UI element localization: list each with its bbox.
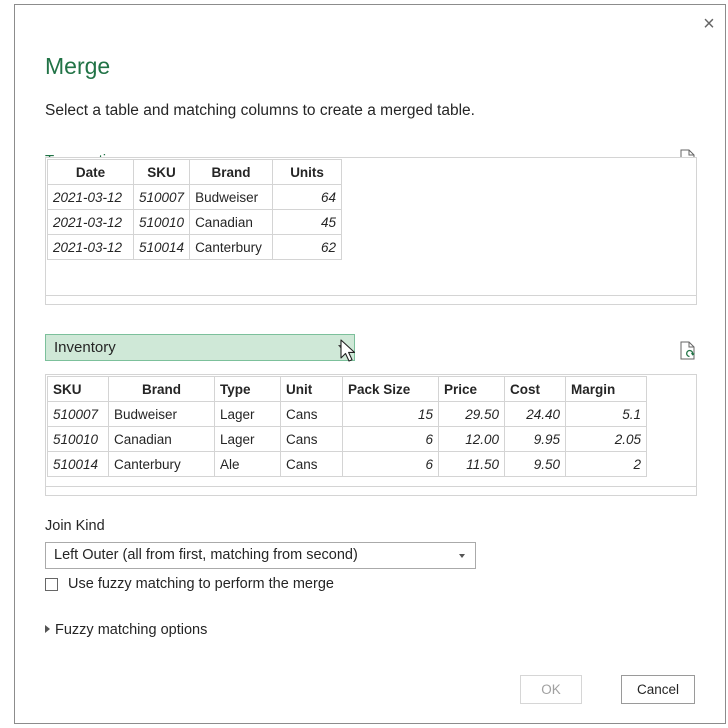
table-row: 510014 Canterbury Ale Cans 6 11.50 9.50 …	[47, 451, 647, 477]
table-row: 510007 Budweiser Lager Cans 15 29.50 24.…	[47, 401, 647, 427]
table-cell: Canterbury	[108, 451, 215, 477]
table-cell: 510007	[132, 184, 191, 210]
refresh-document-icon[interactable]	[677, 340, 699, 362]
table-cell: Canterbury	[189, 234, 274, 260]
column-header[interactable]: Pack Size	[342, 376, 439, 402]
mouse-pointer-icon	[340, 339, 356, 362]
table-cell: Ale	[214, 451, 281, 477]
column-header[interactable]: SKU	[132, 159, 191, 185]
second-table-selected: Inventory	[54, 339, 116, 356]
column-header[interactable]: Type	[214, 376, 281, 402]
column-header[interactable]: Date	[47, 159, 134, 185]
table-cell: 5.1	[565, 401, 647, 427]
column-header[interactable]: Unit	[280, 376, 343, 402]
close-icon[interactable]: ×	[699, 14, 719, 35]
second-table-grid: SKU Brand Type Unit Pack Size Price Cost…	[47, 376, 647, 477]
column-header[interactable]: Brand	[108, 376, 215, 402]
table-cell: 2021-03-12	[47, 234, 134, 260]
table-cell: 510014	[47, 451, 109, 477]
header-row: SKU Brand Type Unit Pack Size Price Cost…	[47, 376, 647, 402]
fuzzy-matching-checkbox[interactable]	[45, 578, 58, 591]
table-row: 2021-03-12 510007 Budweiser 64	[47, 184, 343, 210]
table-cell: 6	[342, 426, 439, 452]
table-row: 2021-03-12 510010 Canadian 45	[47, 209, 343, 235]
fuzzy-options-label: Fuzzy matching options	[55, 622, 208, 638]
fuzzy-matching-label[interactable]: Use fuzzy matching to perform the merge	[68, 576, 334, 592]
table-cell: 24.40	[504, 401, 566, 427]
dialog-title: Merge	[45, 53, 111, 79]
table-cell: 9.50	[504, 451, 566, 477]
column-header[interactable]: SKU	[47, 376, 109, 402]
table-cell: 510007	[47, 401, 109, 427]
cancel-button[interactable]: Cancel	[621, 675, 695, 704]
second-table-dropdown[interactable]: Inventory	[45, 334, 355, 361]
table-cell: Budweiser	[108, 401, 215, 427]
table-cell: 15	[342, 401, 439, 427]
column-header[interactable]: Cost	[504, 376, 566, 402]
table-cell: 12.00	[438, 426, 505, 452]
second-table-preview: SKU Brand Type Unit Pack Size Price Cost…	[45, 374, 697, 496]
table-cell: Canadian	[189, 209, 274, 235]
table-cell: 2021-03-12	[47, 184, 134, 210]
table-row: 2021-03-12 510014 Canterbury 62	[47, 234, 343, 260]
scrollbar-track[interactable]	[46, 295, 696, 296]
fuzzy-options-expander[interactable]: Fuzzy matching options	[45, 622, 207, 638]
first-table-preview: Date SKU Brand Units 2021-03-12 510007 B…	[45, 157, 697, 305]
table-cell: Cans	[280, 401, 343, 427]
table-cell: 45	[272, 209, 343, 235]
table-cell: 62	[272, 234, 343, 260]
table-cell: Cans	[280, 451, 343, 477]
join-kind-selected: Left Outer (all from first, matching fro…	[54, 547, 358, 563]
table-cell: Lager	[214, 426, 281, 452]
chevron-down-icon[interactable]	[459, 554, 465, 558]
table-row: 510010 Canadian Lager Cans 6 12.00 9.95 …	[47, 426, 647, 452]
column-header[interactable]: Price	[438, 376, 505, 402]
table-cell: Canadian	[108, 426, 215, 452]
table-cell: 6	[342, 451, 439, 477]
table-cell: 2.05	[565, 426, 647, 452]
table-cell: 510014	[132, 234, 191, 260]
table-cell: 11.50	[438, 451, 505, 477]
table-cell: 64	[272, 184, 343, 210]
ok-button[interactable]: OK	[520, 675, 582, 704]
column-header[interactable]: Brand	[189, 159, 274, 185]
expand-triangle-icon	[45, 625, 50, 633]
scrollbar-track[interactable]	[46, 486, 696, 487]
table-cell: 510010	[47, 426, 109, 452]
join-kind-dropdown[interactable]: Left Outer (all from first, matching fro…	[45, 542, 476, 569]
join-kind-label: Join Kind	[45, 518, 105, 534]
column-header[interactable]: Units	[272, 159, 343, 185]
header-row: Date SKU Brand Units	[47, 159, 343, 185]
table-cell: 9.95	[504, 426, 566, 452]
first-table-grid: Date SKU Brand Units 2021-03-12 510007 B…	[47, 159, 343, 260]
table-cell: Lager	[214, 401, 281, 427]
table-cell: Cans	[280, 426, 343, 452]
table-cell: 2021-03-12	[47, 209, 134, 235]
column-header[interactable]: Margin	[565, 376, 647, 402]
table-cell: 29.50	[438, 401, 505, 427]
dialog-subtitle: Select a table and matching columns to c…	[45, 102, 475, 119]
table-cell: Budweiser	[189, 184, 274, 210]
table-cell: 2	[565, 451, 647, 477]
table-cell: 510010	[132, 209, 191, 235]
merge-dialog: × Merge Select a table and matching colu…	[14, 4, 726, 724]
